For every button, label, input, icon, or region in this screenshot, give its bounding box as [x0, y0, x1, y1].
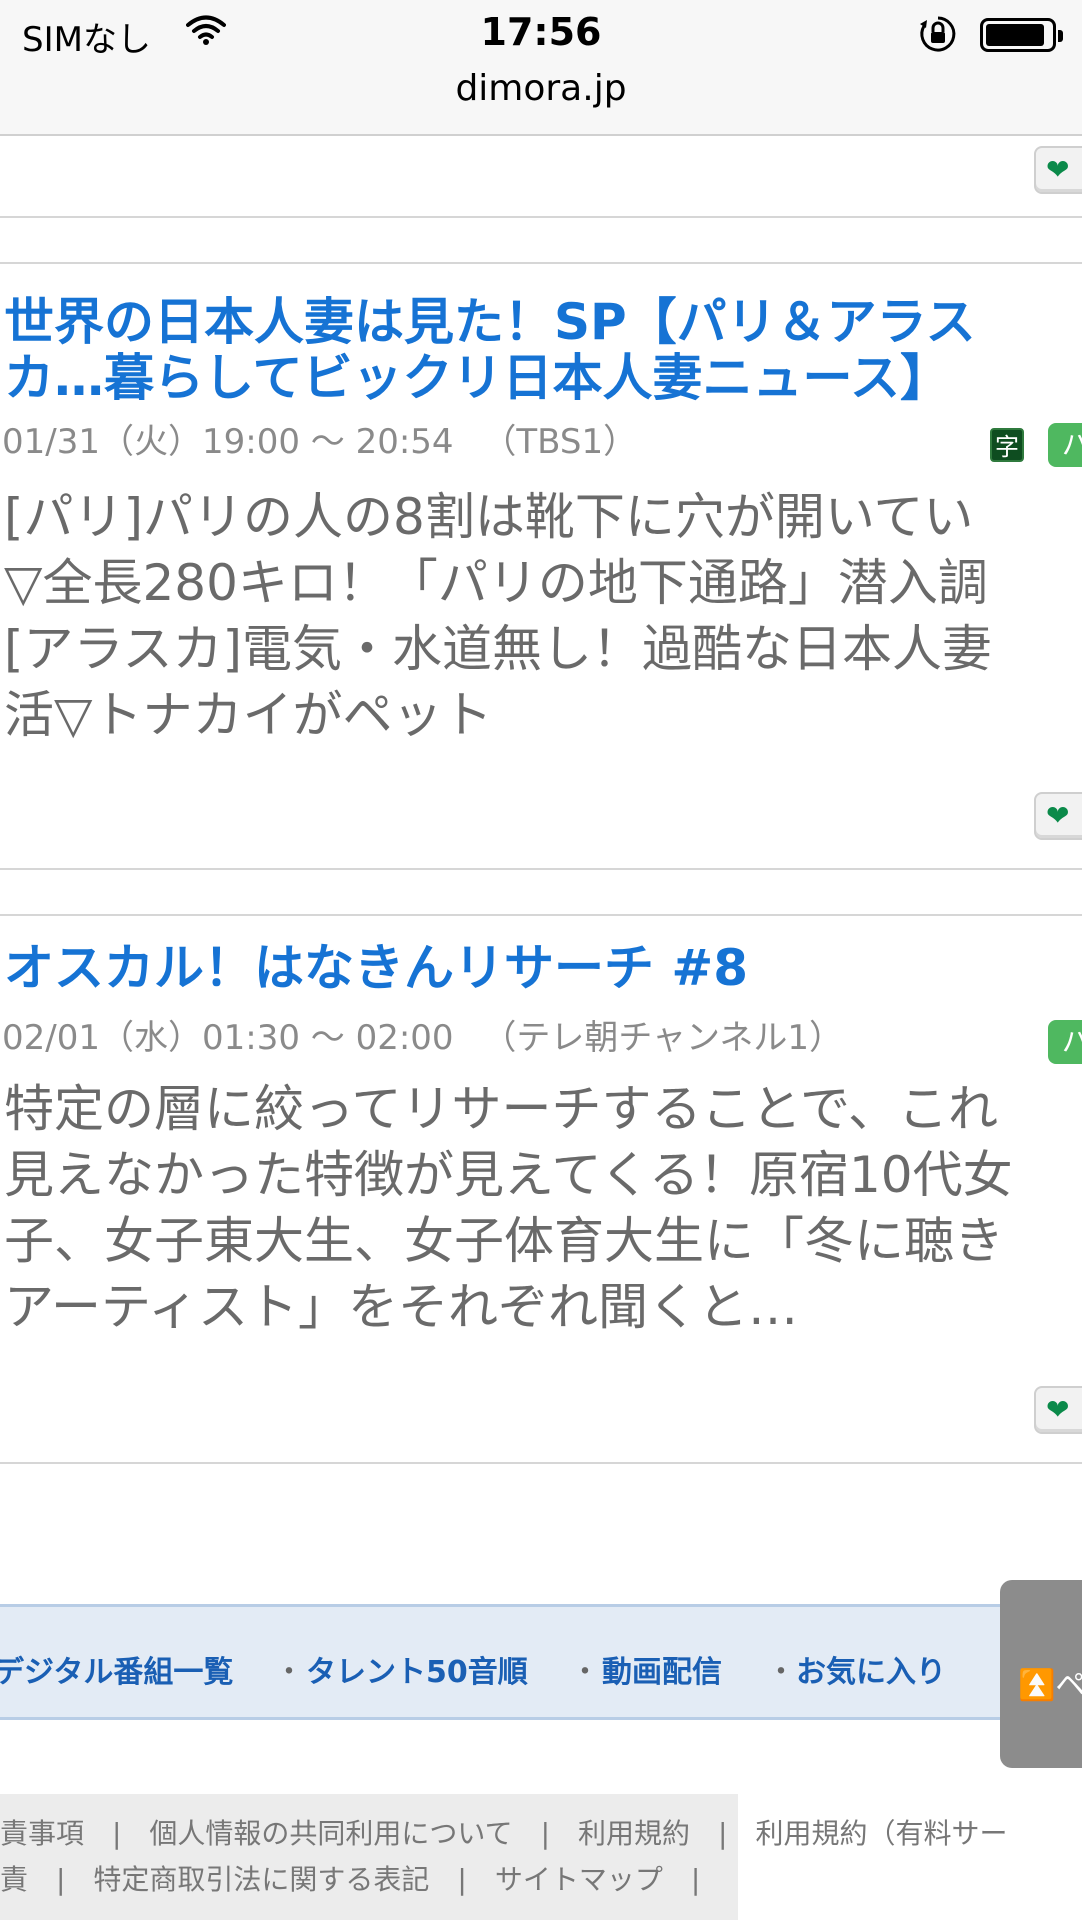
heart-icon: ❤: [1046, 1393, 1070, 1426]
nav-link-digital-programs[interactable]: デジタル番組一覧: [0, 1647, 233, 1691]
description-line: 活▽トナカイがペット: [4, 686, 493, 744]
divider: [0, 868, 1082, 870]
page-top-button[interactable]: ⏫ペ: [1000, 1580, 1082, 1768]
program-description: [パリ]パリの人の8割は靴下に穴が開いてい ▽全長280キロ！「パリの地下通路」…: [4, 484, 992, 748]
rotation-lock-icon: [918, 14, 958, 58]
program-title-line[interactable]: カ…暮らしてビックリ日本人妻ニュース】: [4, 350, 1082, 406]
divider: [0, 914, 1082, 916]
favorite-button[interactable]: ❤: [1034, 792, 1082, 840]
favorite-button[interactable]: ❤: [1034, 1386, 1082, 1434]
program-channel: （テレ朝チャンネル1）: [482, 1018, 843, 1058]
divider: [0, 262, 1082, 264]
program-title-line[interactable]: オスカル！はなきんリサーチ #8: [4, 940, 1082, 996]
page-top-label: ペ: [1055, 1668, 1082, 1703]
nav-link-talent[interactable]: タレント50音順: [306, 1647, 528, 1691]
description-line: 特定の層に絞ってリサーチすることで、これ: [4, 1080, 998, 1138]
nav-link-video[interactable]: 動画配信: [602, 1647, 722, 1691]
pay-badge: パ: [1048, 423, 1082, 467]
bottom-nav: デジタル番組一覧 ・ タレント50音順 ・ 動画配信 ・ お気に入り: [0, 1604, 1040, 1720]
divider: [0, 216, 1082, 218]
footer-links[interactable]: 責事項 | 個人情報の共同利用について | 利用規約 | 利用規約（有料サー: [0, 1812, 1007, 1852]
program-meta: 02/01（水）01:30 ～ 02:00 （テレ朝チャンネル1）: [2, 1018, 843, 1058]
program-title-line[interactable]: 世界の日本人妻は見た！SP【パリ＆アラス: [4, 294, 1082, 350]
url-bar[interactable]: dimora.jp: [0, 68, 1082, 109]
page-top-icon: ⏫ペ: [1018, 1660, 1082, 1704]
subtitle-badge: 字: [990, 428, 1024, 462]
description-line: 見えなかった特徴が見えてくる！原宿10代女: [4, 1146, 1013, 1204]
description-line: アーティスト」をそれぞれ聞くと…: [4, 1278, 798, 1336]
program-channel: （TBS1）: [482, 422, 638, 462]
program-meta: 01/31（火）19:00 ～ 20:54 （TBS1）: [2, 422, 637, 462]
description-line: [アラスカ]電気・水道無し！過酷な日本人妻: [4, 620, 993, 678]
program-datetime: 02/01（水）01:30 ～ 02:00: [2, 1018, 454, 1058]
footer-links[interactable]: 責 | 特定商取引法に関する表記 | サイトマップ |: [0, 1858, 700, 1898]
heart-icon: ❤: [1046, 153, 1070, 186]
description-line: [パリ]パリの人の8割は靴下に穴が開いてい: [4, 488, 974, 546]
pay-badge: パ: [1048, 1020, 1082, 1064]
nav-separator: ・: [766, 1655, 796, 1690]
nav-separator: ・: [274, 1655, 304, 1690]
battery-icon: [980, 18, 1063, 52]
heart-icon: ❤: [1046, 799, 1070, 832]
program-datetime: 01/31（火）19:00 ～ 20:54: [2, 422, 454, 462]
program-title[interactable]: オスカル！はなきんリサーチ #8: [4, 940, 1082, 996]
description-line: 子、女子東大生、女子体育大生に「冬に聴き: [4, 1212, 1004, 1270]
favorite-button[interactable]: ❤: [1034, 146, 1082, 194]
footer: 責事項 | 個人情報の共同利用について | 利用規約 | 利用規約（有料サー 責…: [0, 1794, 1007, 1920]
program-description: 特定の層に絞ってリサーチすることで、これ 見えなかった特徴が見えてくる！原宿10…: [4, 1076, 1013, 1340]
nav-link-favorites[interactable]: お気に入り: [796, 1647, 946, 1691]
nav-separator: ・: [570, 1655, 600, 1690]
description-line: ▽全長280キロ！「パリの地下通路」潜入調: [4, 554, 988, 612]
program-title[interactable]: 世界の日本人妻は見た！SP【パリ＆アラス カ…暮らしてビックリ日本人妻ニュース】: [4, 294, 1082, 406]
status-bar: SIMなし 17:56 dimora.jp: [0, 0, 1082, 136]
divider: [0, 1462, 1082, 1464]
